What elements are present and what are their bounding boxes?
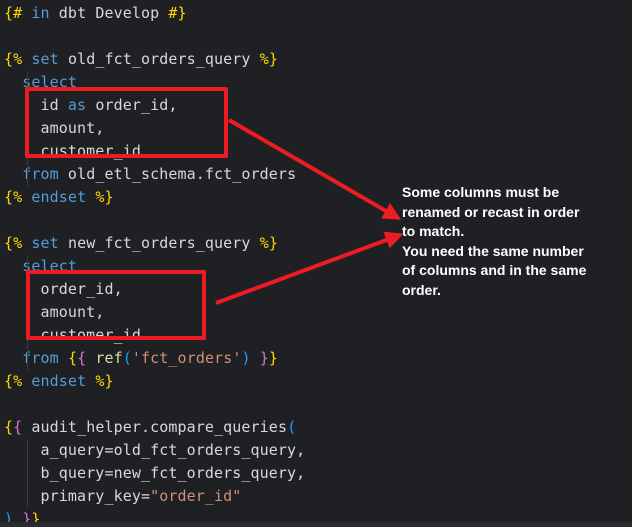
annotation-line: order.	[402, 281, 627, 301]
code-line[interactable]: {% set new_fct_orders_query %}	[4, 232, 305, 255]
code-line[interactable]: {% endset %}	[4, 370, 305, 393]
code-line[interactable]: select	[4, 71, 305, 94]
code-line[interactable]: {# in dbt Develop #}	[4, 2, 305, 25]
code-line[interactable]: {% endset %}	[4, 186, 305, 209]
code-line[interactable]: from {{ ref('fct_orders') }}	[4, 347, 305, 370]
code-line[interactable]: order_id,	[4, 278, 305, 301]
dbt-develop-editor: {# in dbt Develop #} {% set old_fct_orde…	[0, 0, 632, 527]
code-line[interactable]: id as order_id,	[4, 94, 305, 117]
code-line[interactable]: customer_id	[4, 140, 305, 163]
code-line[interactable]: select	[4, 255, 305, 278]
indent-guide	[27, 439, 28, 508]
code-editor[interactable]: {# in dbt Develop #} {% set old_fct_orde…	[4, 2, 305, 527]
code-line[interactable]: amount,	[4, 117, 305, 140]
annotation-line: of columns and in the same	[402, 261, 627, 281]
code-line[interactable]: amount,	[4, 301, 305, 324]
code-line[interactable]: a_query=old_fct_orders_query,	[4, 439, 305, 462]
annotation-line: to match.	[402, 222, 627, 242]
code-line[interactable]	[4, 209, 305, 232]
annotation-text: Some columns must be renamed or recast i…	[402, 183, 627, 300]
annotation-line: Some columns must be	[402, 183, 627, 203]
code-line[interactable]: customer_id	[4, 324, 305, 347]
annotation-line: renamed or recast in order	[402, 203, 627, 223]
horizontal-scrollbar[interactable]	[0, 522, 632, 527]
code-line[interactable]: {{ audit_helper.compare_queries(	[4, 416, 305, 439]
code-line[interactable]: b_query=new_fct_orders_query,	[4, 462, 305, 485]
annotation-line: You need the same number	[402, 242, 627, 262]
code-line[interactable]: primary_key="order_id"	[4, 485, 305, 508]
code-line[interactable]	[4, 393, 305, 416]
code-line[interactable]: {% set old_fct_orders_query %}	[4, 48, 305, 71]
code-line[interactable]: from old_etl_schema.fct_orders	[4, 163, 305, 186]
indent-guide	[27, 255, 28, 370]
code-line[interactable]	[4, 25, 305, 48]
indent-guide	[27, 71, 28, 186]
